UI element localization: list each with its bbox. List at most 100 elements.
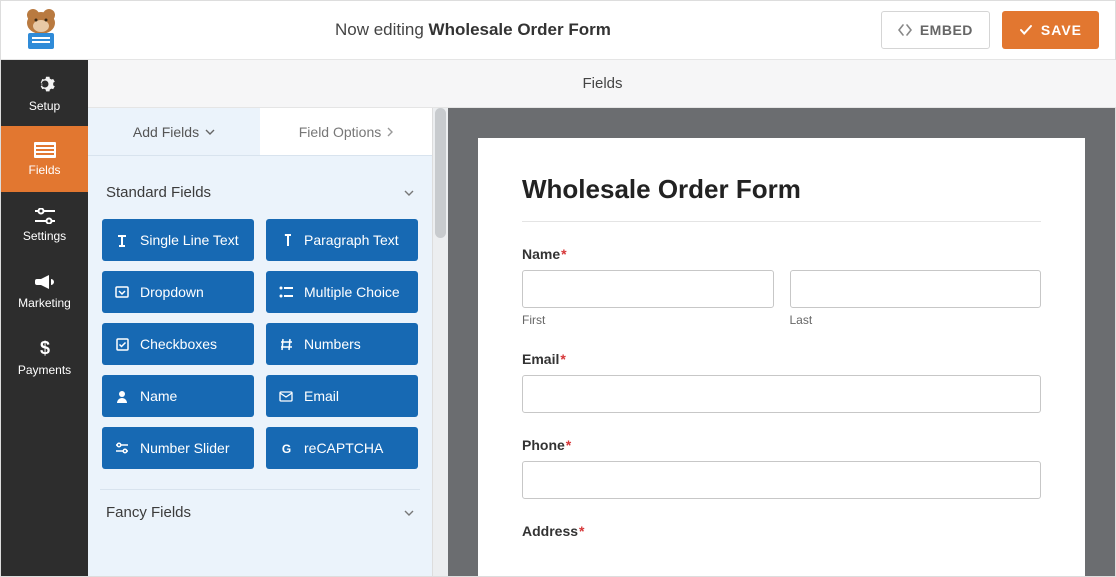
dropdown-icon [114, 286, 130, 298]
section-label: Standard Fields [106, 184, 211, 201]
fields-panel: Fields Add Fields Field Options Standard… [88, 60, 432, 576]
field-multiple-choice[interactable]: Multiple Choice [266, 271, 418, 313]
svg-text:G: G [281, 442, 290, 455]
form-name: Wholesale Order Form [429, 20, 611, 39]
sidebar-item-setup[interactable]: Setup [1, 60, 88, 126]
tab-label: Field Options [299, 124, 381, 140]
embed-label: EMBED [920, 22, 973, 38]
tab-label: Add Fields [133, 124, 199, 140]
main: Setup Fields Settings Marketing $ Paymen… [1, 60, 1115, 576]
sidebar-label: Settings [23, 229, 66, 243]
user-icon [114, 390, 130, 403]
form-field-email[interactable]: Email* [522, 351, 1041, 413]
field-label: Phone* [522, 437, 1041, 453]
field-label: Paragraph Text [304, 232, 399, 248]
required-mark: * [561, 246, 566, 262]
sidebar-item-marketing[interactable]: Marketing [1, 258, 88, 324]
field-label: reCAPTCHA [304, 440, 383, 456]
field-email[interactable]: Email [266, 375, 418, 417]
scroll-thumb[interactable] [435, 108, 446, 238]
sidebar-item-settings[interactable]: Settings [1, 192, 88, 258]
svg-text:$: $ [39, 338, 49, 358]
last-name-input[interactable] [790, 270, 1042, 308]
chevron-down-icon [205, 129, 215, 135]
chevron-down-icon [404, 190, 414, 196]
first-name-input[interactable] [522, 270, 774, 308]
field-name[interactable]: Name [102, 375, 254, 417]
sidebar-label: Fields [28, 163, 60, 177]
field-paragraph-text[interactable]: Paragraph Text [266, 219, 418, 261]
field-label: Single Line Text [140, 232, 239, 248]
form-preview[interactable]: Wholesale Order Form Name* First Last Em… [478, 138, 1085, 576]
field-recaptcha[interactable]: G reCAPTCHA [266, 427, 418, 469]
save-button[interactable]: SAVE [1002, 11, 1099, 49]
field-dropdown[interactable]: Dropdown [102, 271, 254, 313]
sub-header: Fields [88, 60, 1116, 108]
section-fancy-fields[interactable]: Fancy Fields [100, 490, 420, 539]
tab-add-fields[interactable]: Add Fields [88, 108, 260, 155]
form-canvas: Wholesale Order Form Name* First Last Em… [448, 108, 1115, 576]
editing-title: Now editing Wholesale Order Form [65, 20, 881, 40]
required-mark: * [566, 437, 571, 453]
code-icon [898, 23, 912, 37]
field-numbers[interactable]: Numbers [266, 323, 418, 365]
sidebar-item-payments[interactable]: $ Payments [1, 324, 88, 390]
top-bar: Now editing Wholesale Order Form EMBED S… [1, 1, 1115, 60]
google-icon: G [278, 442, 294, 455]
panel-tabs: Add Fields Field Options [88, 108, 432, 156]
phone-input[interactable] [522, 461, 1041, 499]
panel-body: Standard Fields Single Line Text Paragra… [88, 156, 432, 576]
divider [522, 221, 1041, 222]
dollar-icon: $ [38, 338, 52, 358]
panel-scrollbar[interactable] [432, 108, 448, 576]
sliders-icon [114, 442, 130, 454]
section-standard-fields[interactable]: Standard Fields [100, 170, 420, 219]
field-label: Name [140, 388, 177, 404]
check-icon [1019, 23, 1033, 37]
first-sublabel: First [522, 313, 774, 327]
form-field-address[interactable]: Address* [522, 523, 1041, 539]
bullhorn-icon [35, 273, 55, 291]
now-editing-label: Now editing [335, 20, 429, 39]
sidebar-label: Marketing [18, 296, 71, 310]
hash-icon [278, 338, 294, 351]
field-label: Number Slider [140, 440, 229, 456]
form-icon [34, 142, 56, 158]
embed-button[interactable]: EMBED [881, 11, 990, 49]
field-label: Checkboxes [140, 336, 217, 352]
field-label: Numbers [304, 336, 361, 352]
chevron-right-icon [387, 127, 393, 137]
field-number-slider[interactable]: Number Slider [102, 427, 254, 469]
text-cursor-icon [114, 233, 130, 247]
field-label: Address* [522, 523, 1041, 539]
sidebar-label: Payments [18, 363, 71, 377]
checkbox-icon [114, 338, 130, 351]
form-title: Wholesale Order Form [522, 174, 1041, 205]
list-icon [278, 286, 294, 298]
field-single-line-text[interactable]: Single Line Text [102, 219, 254, 261]
top-actions: EMBED SAVE [881, 11, 1099, 49]
sidebar-label: Setup [29, 99, 60, 113]
form-field-name[interactable]: Name* First Last [522, 246, 1041, 327]
sliders-icon [35, 208, 55, 224]
section-label: Fancy Fields [106, 504, 191, 521]
last-sublabel: Last [790, 313, 1042, 327]
form-field-phone[interactable]: Phone* [522, 437, 1041, 499]
required-mark: * [579, 523, 584, 539]
subheader-title: Fields [582, 75, 622, 92]
chevron-down-icon [404, 510, 414, 516]
gear-icon [35, 74, 55, 94]
email-input[interactable] [522, 375, 1041, 413]
field-label: Name* [522, 246, 1041, 262]
save-label: SAVE [1041, 22, 1082, 38]
required-mark: * [560, 351, 565, 367]
field-checkboxes[interactable]: Checkboxes [102, 323, 254, 365]
paragraph-icon [278, 233, 294, 247]
sidebar-item-fields[interactable]: Fields [1, 126, 88, 192]
tab-field-options[interactable]: Field Options [260, 108, 432, 155]
field-label: Email [304, 388, 339, 404]
standard-fields-grid: Single Line Text Paragraph Text Dropdown… [100, 219, 420, 489]
envelope-icon [278, 391, 294, 402]
field-label: Multiple Choice [304, 284, 400, 300]
field-label: Dropdown [140, 284, 204, 300]
